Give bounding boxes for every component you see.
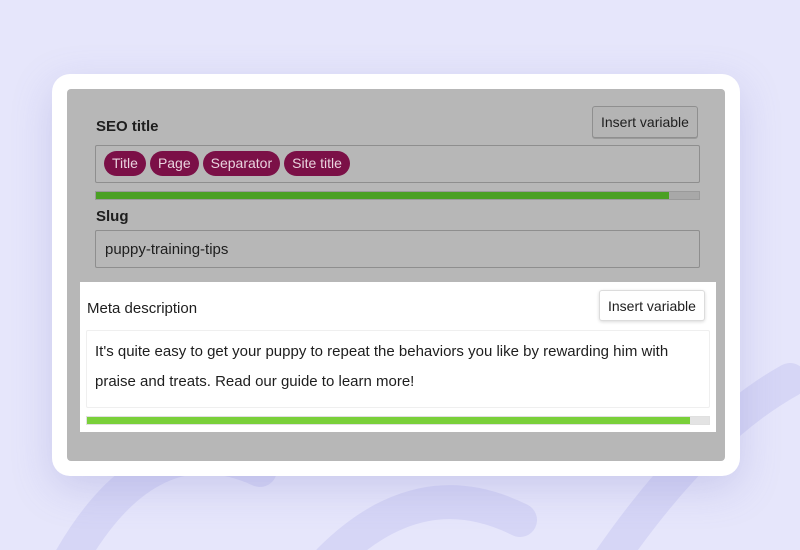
slug-value: puppy-training-tips [105,241,229,258]
seo-title-input[interactable]: Title Page Separator Site title [95,145,700,183]
meta-description-value: It's quite easy to get your puppy to rep… [95,343,669,390]
seo-title-progress-fill [96,192,669,199]
slug-input[interactable]: puppy-training-tips [95,230,700,268]
seo-title-insert-variable-button[interactable]: Insert variable [592,106,698,138]
variable-pill-separator[interactable]: Separator [202,151,281,176]
meta-description-section: Meta description Insert variable It's qu… [80,282,716,432]
meta-description-label: Meta description [87,300,198,317]
seo-title-progress-bar [95,191,700,200]
meta-description-input[interactable]: It's quite easy to get your puppy to rep… [86,330,710,408]
seo-title-label: SEO title [96,118,159,135]
slug-label: Slug [96,208,129,225]
meta-description-progress-bar [86,416,710,425]
variable-pill-site-title[interactable]: Site title [284,151,350,176]
seo-title-variables: Title Page Separator Site title [104,151,354,176]
meta-description-progress-fill [87,417,691,424]
meta-description-insert-variable-button[interactable]: Insert variable [599,290,705,321]
variable-pill-title[interactable]: Title [104,151,146,176]
variable-pill-page[interactable]: Page [149,151,199,176]
